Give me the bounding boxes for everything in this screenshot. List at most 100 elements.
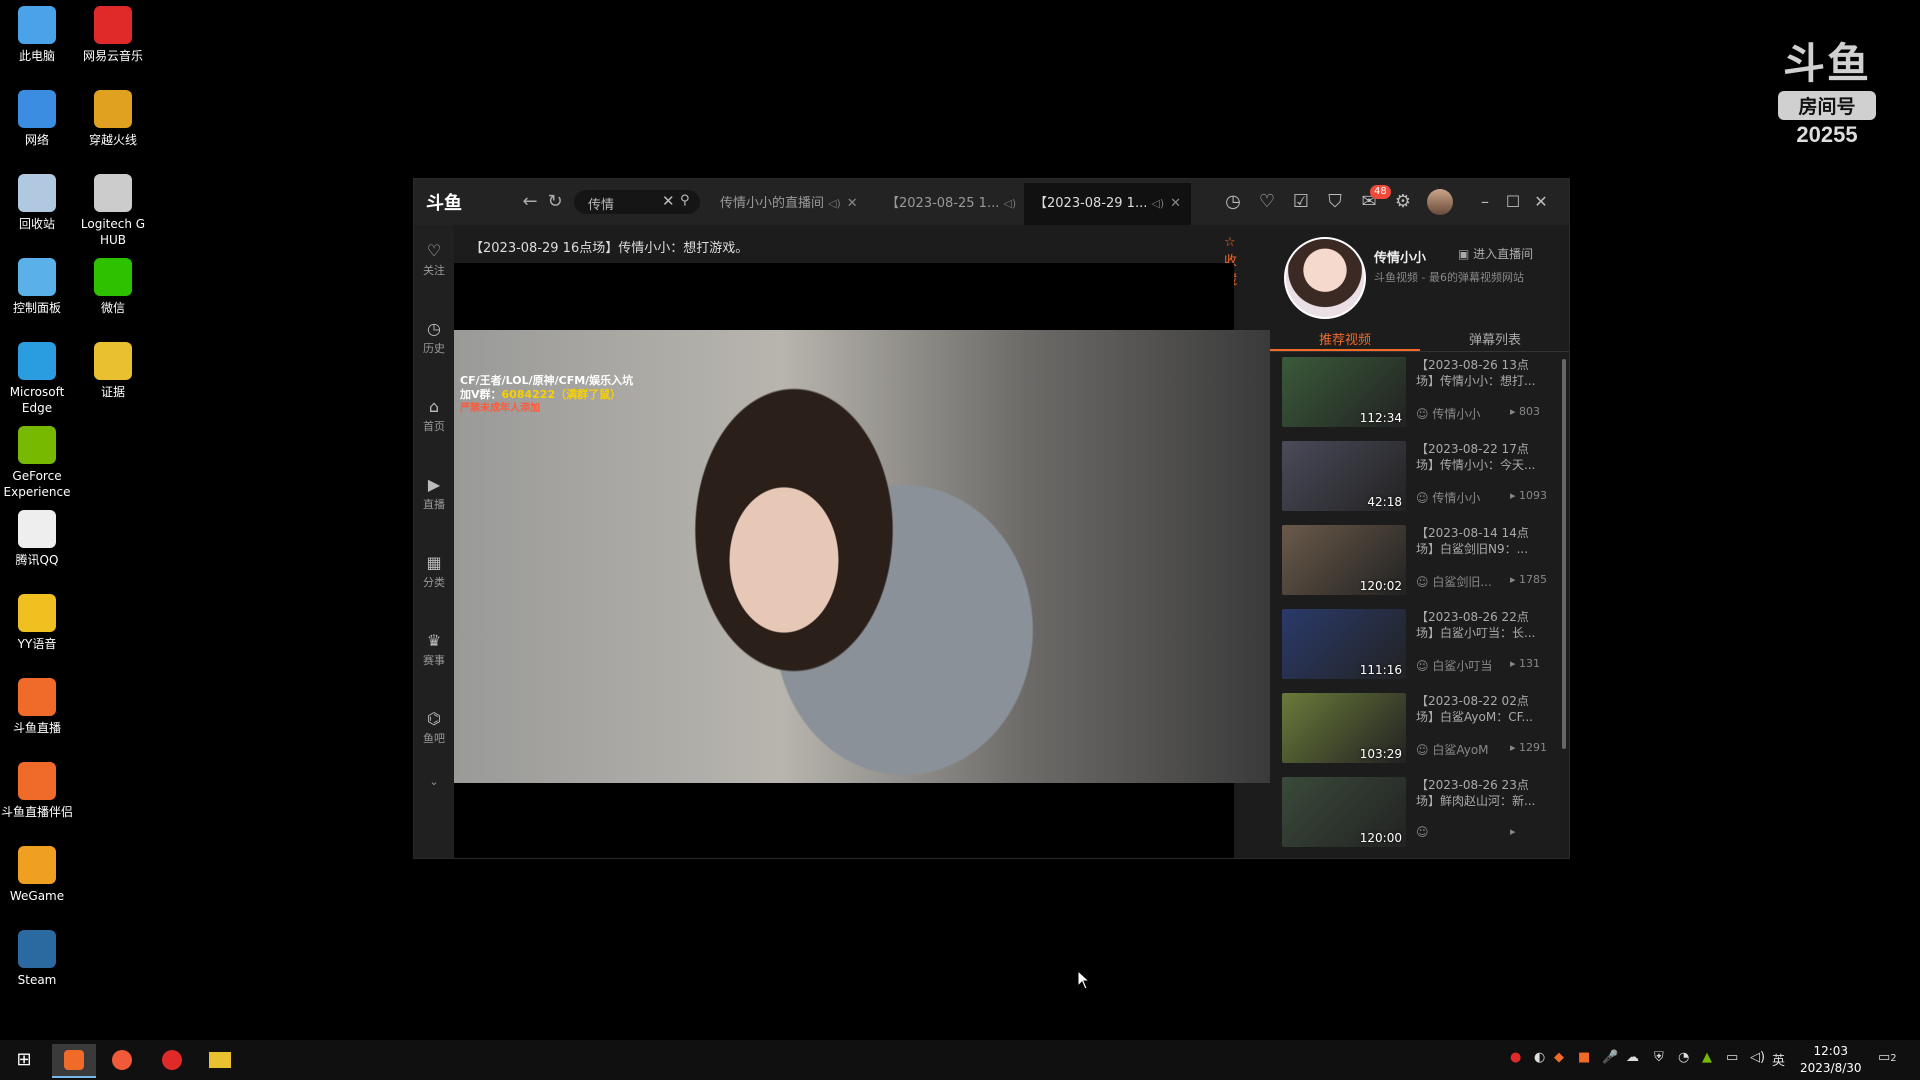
rail-item[interactable]: ♡ 关注 bbox=[414, 241, 454, 278]
rail-item[interactable]: ♛ 赛事 bbox=[414, 631, 454, 668]
desktop-icon[interactable]: GeForce Experience bbox=[0, 426, 77, 500]
notification-center-icon[interactable]: ▭2 bbox=[1878, 1050, 1897, 1065]
overlay-line: CF/王者/LOL/原神/CFM/娱乐入坑 bbox=[460, 374, 634, 387]
tab-video-0829[interactable]: 【2023-08-29 1... ◁) ✕ bbox=[1024, 183, 1192, 225]
close-window-icon[interactable]: ✕ bbox=[1530, 191, 1552, 213]
desktop-icon[interactable]: YY语音 bbox=[0, 594, 77, 652]
start-icon[interactable]: ⊞ bbox=[2, 1044, 46, 1076]
mute-icon[interactable]: ◁) bbox=[1003, 197, 1016, 210]
taskbar-explorer[interactable] bbox=[198, 1044, 242, 1076]
video-list-item[interactable]: 112:34 【2023-08-26 13点场】传情小小：想打... ☺ 传情小小 ▸… bbox=[1282, 355, 1554, 427]
video-player[interactable]: CF/王者/LOL/原神/CFM/娱乐入坑 加V群：6084222（满群了鼠） … bbox=[454, 263, 1270, 858]
desktop-icon[interactable]: 斗鱼直播伴侣 bbox=[0, 762, 77, 820]
network-icon[interactable]: ▭ bbox=[1726, 1050, 1738, 1065]
clock[interactable]: 12:03 2023/8/30 bbox=[1800, 1043, 1862, 1077]
close-tab-icon[interactable]: ✕ bbox=[847, 196, 858, 211]
desktop-icon[interactable]: Steam bbox=[0, 930, 77, 988]
ime-indicator[interactable]: 英 bbox=[1772, 1050, 1785, 1069]
tab-video-0825[interactable]: 【2023-08-25 1...◁)✕ bbox=[876, 183, 1043, 225]
clear-search-icon[interactable]: ✕ bbox=[662, 192, 675, 210]
back-icon[interactable]: ← bbox=[519, 191, 541, 213]
video-list-item[interactable]: 120:02 【2023-08-14 14点场】白鲨剑旧N9：... ☺ 白鲨剑旧.… bbox=[1282, 523, 1554, 595]
folder-icon bbox=[94, 342, 132, 380]
active-tab-underline bbox=[1270, 349, 1420, 351]
user-icon: ☺ bbox=[1416, 491, 1429, 505]
taskbar-douyu-companion[interactable] bbox=[100, 1044, 144, 1076]
desktop-icon[interactable]: 微信 bbox=[73, 258, 153, 316]
tray-icon[interactable]: ◐ bbox=[1534, 1050, 1545, 1065]
rail-item[interactable]: ⌂ 首页 bbox=[414, 397, 454, 434]
douyu-tray-icon[interactable]: ◆ bbox=[1554, 1050, 1564, 1065]
video-list-item[interactable]: 111:16 【2023-08-26 22点场】白鲨小叮当：长... ☺ 白鲨小叮当… bbox=[1282, 607, 1554, 679]
video-thumbnail[interactable]: 120:00 bbox=[1282, 777, 1406, 847]
netease-tray-icon[interactable]: ● bbox=[1510, 1050, 1521, 1065]
desktop-icon[interactable]: 网络 bbox=[0, 90, 77, 148]
rail-item[interactable]: ▶ 直播 bbox=[414, 475, 454, 512]
video-thumbnail[interactable]: 111:16 bbox=[1282, 609, 1406, 679]
desktop-icon[interactable]: 控制面板 bbox=[0, 258, 77, 316]
douyu-tray-icon-2[interactable]: ■ bbox=[1578, 1050, 1590, 1065]
scrollbar[interactable] bbox=[1562, 359, 1566, 749]
desktop-icon[interactable]: 此电脑 bbox=[0, 6, 77, 64]
desktop-icon[interactable]: 证据 bbox=[73, 342, 153, 400]
shield-icon[interactable]: ⛨ bbox=[1654, 1050, 1664, 1065]
video-title[interactable]: 【2023-08-26 13点场】传情小小：想打... bbox=[1416, 357, 1546, 389]
video-thumbnail[interactable]: 120:02 bbox=[1282, 525, 1406, 595]
mute-icon[interactable]: ◁) bbox=[1151, 197, 1164, 210]
user-avatar[interactable] bbox=[1427, 189, 1453, 215]
enter-room-button[interactable]: ▣ 进入直播间 bbox=[1458, 245, 1533, 262]
rail-item[interactable]: ⌬ 鱼吧 bbox=[414, 709, 454, 746]
search-input[interactable] bbox=[586, 193, 662, 213]
history-icon[interactable]: ◷ bbox=[1222, 191, 1244, 213]
mic-icon[interactable]: 🎤 bbox=[1602, 1050, 1618, 1065]
nvidia-icon[interactable]: ▲ bbox=[1702, 1050, 1712, 1065]
desktop-icon[interactable]: WeGame bbox=[0, 846, 77, 904]
video-thumbnail[interactable]: 103:29 bbox=[1282, 693, 1406, 763]
close-tab-icon[interactable]: ✕ bbox=[1170, 196, 1181, 211]
follow-icon[interactable]: ♡ bbox=[1256, 191, 1278, 213]
user-icon: ☺ bbox=[1416, 743, 1429, 757]
cloud-icon[interactable]: ☁ bbox=[1626, 1050, 1639, 1065]
video-title[interactable]: 【2023-08-22 02点场】白鲨AyoM：CF... bbox=[1416, 693, 1546, 725]
settings-icon[interactable]: ⚙ bbox=[1392, 191, 1414, 213]
video-title[interactable]: 【2023-08-26 22点场】白鲨小叮当：长... bbox=[1416, 609, 1546, 641]
title-bar: 斗鱼 ← ↻ ✕ ⚲ 传情小小的直播间◁)✕ 【2023-08-25 1...◁… bbox=[414, 179, 1569, 225]
shirt-icon[interactable]: ⛉ bbox=[1324, 191, 1346, 213]
maximize-icon[interactable]: ☐ bbox=[1502, 191, 1524, 213]
video-thumbnail[interactable]: 112:34 bbox=[1282, 357, 1406, 427]
rail-item[interactable]: ▦ 分类 bbox=[414, 553, 454, 590]
video-list-item[interactable]: 103:29 【2023-08-22 02点场】白鲨AyoM：CF... ☺ 白鲨A… bbox=[1282, 691, 1554, 763]
video-list-item[interactable]: 42:18 【2023-08-22 17点场】传情小小：今天... ☺ 传情小小 ▸ … bbox=[1282, 439, 1554, 511]
refresh-icon[interactable]: ↻ bbox=[544, 191, 566, 213]
video-thumbnail[interactable]: 42:18 bbox=[1282, 441, 1406, 511]
volume-icon[interactable]: ◁) bbox=[1750, 1050, 1765, 1065]
video-frame[interactable]: CF/王者/LOL/原神/CFM/娱乐入坑 加V群：6084222（满群了鼠） … bbox=[454, 330, 1270, 783]
desktop-icon[interactable]: 穿越火线 bbox=[73, 90, 153, 148]
desktop-icon-label: 穿越火线 bbox=[88, 133, 137, 147]
taskbar-douyu[interactable] bbox=[52, 1044, 96, 1078]
wifi-icon[interactable]: ◔ bbox=[1678, 1050, 1689, 1065]
chevron-down-icon[interactable]: ⌄ bbox=[414, 775, 454, 788]
desktop-icon[interactable]: Microsoft Edge bbox=[0, 342, 77, 416]
minimize-icon[interactable]: – bbox=[1474, 191, 1496, 213]
taskbar-netease[interactable] bbox=[150, 1044, 194, 1076]
video-title[interactable]: 【2023-08-22 17点场】传情小小：今天... bbox=[1416, 441, 1546, 473]
app-logo[interactable]: 斗鱼 bbox=[426, 189, 486, 213]
mute-icon[interactable]: ◁) bbox=[828, 197, 841, 210]
desktop-icon[interactable]: Logitech G HUB bbox=[73, 174, 153, 248]
tab-recommended[interactable]: 推荐视频 bbox=[1270, 329, 1420, 348]
tab-live-room[interactable]: 传情小小的直播间 ◁) ✕ bbox=[710, 183, 868, 225]
desktop-icon[interactable]: 斗鱼直播 bbox=[0, 678, 77, 736]
video-title[interactable]: 【2023-08-26 23点场】鲜肉赵山河：新... bbox=[1416, 777, 1546, 809]
desktop-icon[interactable]: 回收站 bbox=[0, 174, 77, 232]
video-list-item[interactable]: 120:00 【2023-08-26 23点场】鲜肉赵山河：新... ☺ ▸ bbox=[1282, 775, 1554, 847]
streamer-avatar[interactable] bbox=[1284, 237, 1366, 319]
streamer-name[interactable]: 传情小小 bbox=[1374, 247, 1426, 266]
search-icon[interactable]: ⚲ bbox=[680, 193, 690, 208]
task-icon[interactable]: ☑ bbox=[1290, 191, 1312, 213]
video-title[interactable]: 【2023-08-14 14点场】白鲨剑旧N9：... bbox=[1416, 525, 1546, 557]
rail-item[interactable]: ◷ 历史 bbox=[414, 319, 454, 356]
desktop-icon[interactable]: 网易云音乐 bbox=[73, 6, 153, 64]
tab-danmaku[interactable]: 弹幕列表 bbox=[1420, 329, 1570, 348]
desktop-icon[interactable]: 腾讯QQ bbox=[0, 510, 77, 568]
